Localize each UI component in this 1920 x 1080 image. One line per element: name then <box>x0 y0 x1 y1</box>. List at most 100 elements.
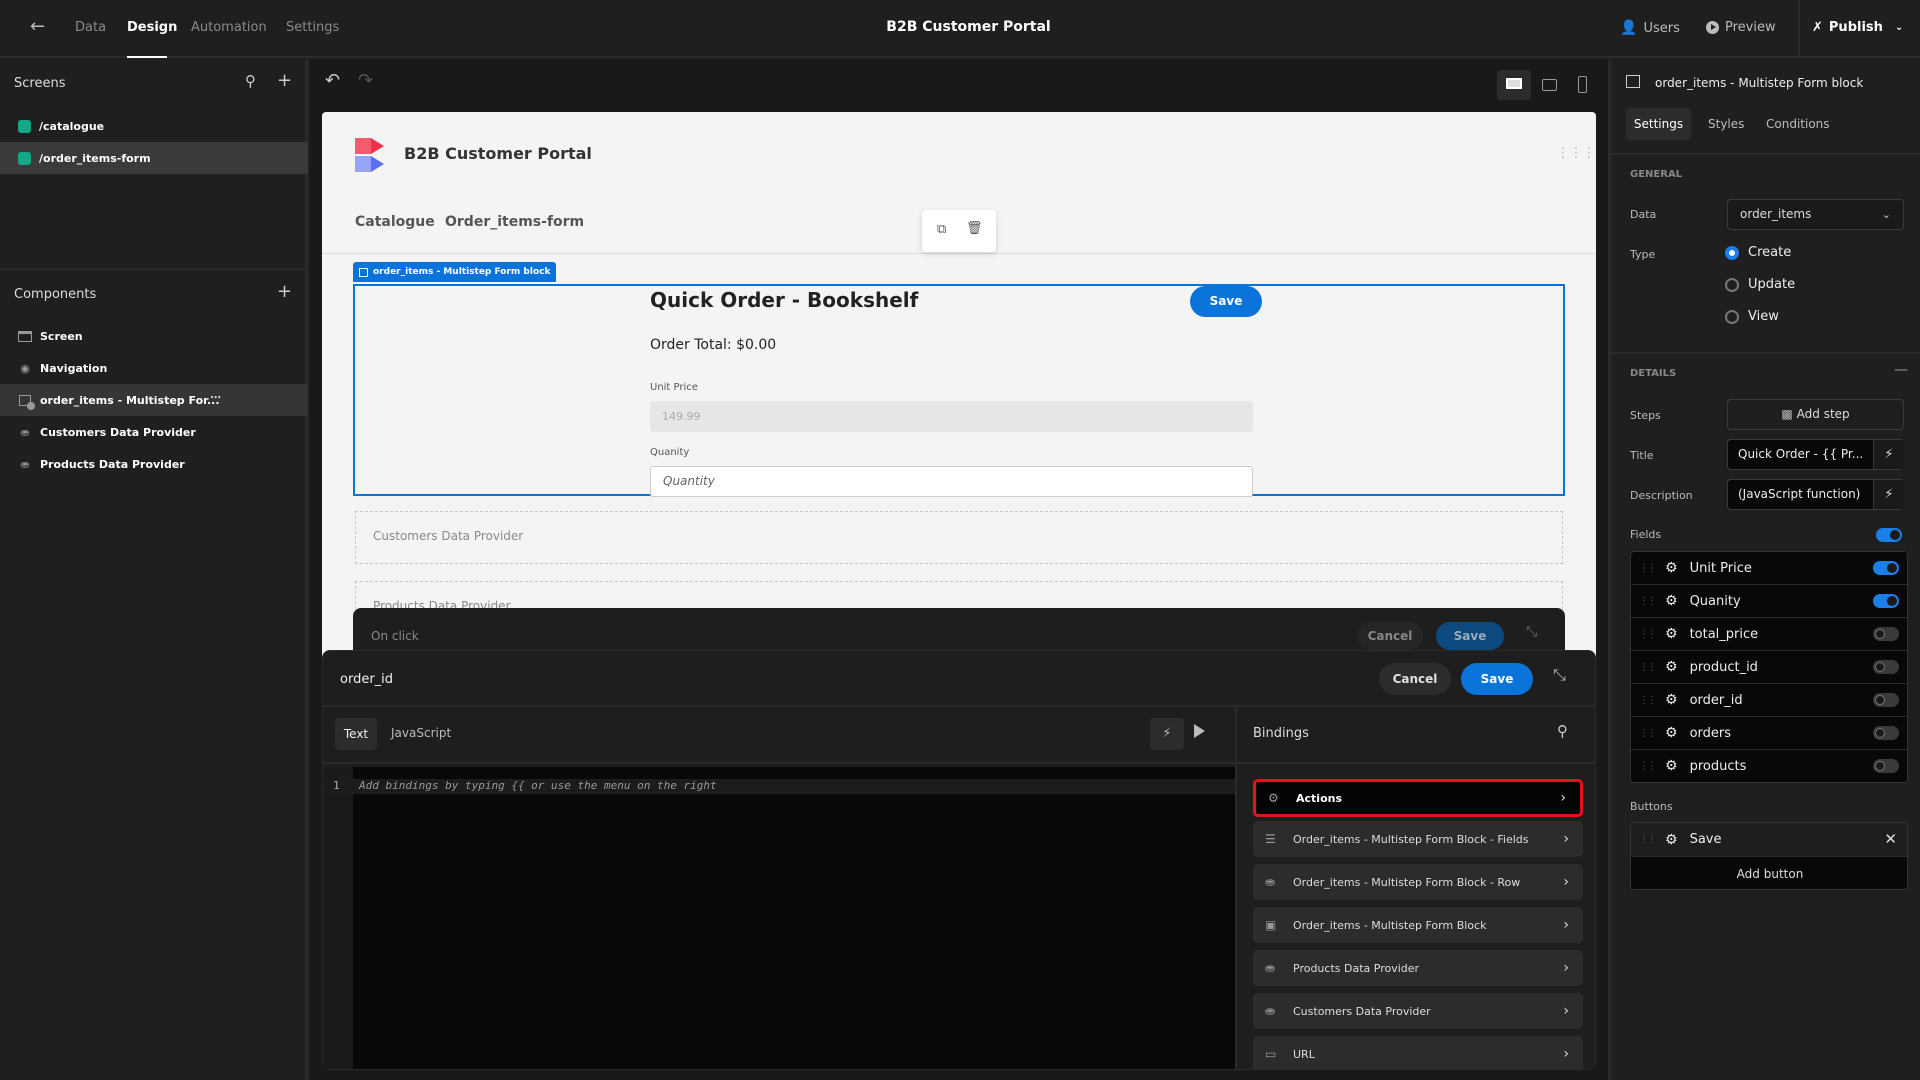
add-component-icon[interactable]: + <box>277 281 292 302</box>
binding-lightning-icon[interactable]: ⚡ <box>1150 718 1184 750</box>
redo-icon[interactable]: ↷ <box>358 70 373 91</box>
field-row-quanity[interactable]: ⋮⋮ ⚙ Quanity <box>1631 585 1907 618</box>
bindings-title: Bindings <box>1253 726 1309 741</box>
binding-item-products-provider[interactable]: ⛂ Products Data Provider › <box>1253 950 1583 986</box>
drag-handle-icon[interactable]: ⋮⋮ <box>1639 563 1657 574</box>
drag-handle-icon[interactable]: ⋮⋮ <box>1639 728 1657 739</box>
trash-icon[interactable]: 🗑 <box>966 221 983 236</box>
code-editor[interactable]: 1 Add bindings by typing {{ or use the m… <box>323 767 1235 1069</box>
tablet-icon[interactable] <box>1542 79 1557 91</box>
add-step-button[interactable]: ▩ Add step <box>1727 399 1904 430</box>
field-row-unit-price[interactable]: ⋮⋮ ⚙ Unit Price <box>1631 552 1907 585</box>
field-toggle[interactable] <box>1873 627 1899 641</box>
field-toggle[interactable] <box>1873 660 1899 674</box>
unit-price-label: Unit Price <box>650 382 698 393</box>
block-tag[interactable]: order_items - Multistep Form block <box>353 262 557 282</box>
data-select[interactable]: order_items ⌄ <box>1727 199 1904 230</box>
gear-icon[interactable]: ⚙ <box>1665 560 1678 576</box>
field-row-total-price[interactable]: ⋮⋮ ⚙ total_price <box>1631 618 1907 651</box>
customers-provider-placeholder[interactable]: Customers Data Provider <box>355 511 1563 564</box>
grid-drag-icon[interactable]: ⋮⋮⋮ <box>1556 145 1596 161</box>
field-toggle[interactable] <box>1873 726 1899 740</box>
component-item-customers-provider[interactable]: ⛂ Customers Data Provider <box>0 416 308 448</box>
drag-handle-icon[interactable]: ⋮⋮ <box>1639 662 1657 673</box>
tab-text[interactable]: Text <box>335 718 377 750</box>
field-toggle[interactable] <box>1873 759 1899 773</box>
binding-item-form-block[interactable]: ▣ Order_items - Multistep Form Block › <box>1253 907 1583 943</box>
search-icon[interactable]: ⚲ <box>1557 722 1568 740</box>
binding-lightning-icon[interactable]: ⚡ <box>1873 480 1904 509</box>
gear-icon[interactable]: ⚙ <box>1665 692 1678 708</box>
binding-item-fields[interactable]: ☰ Order_items - Multistep Form Block - F… <box>1253 821 1583 857</box>
drag-handle-icon[interactable]: ⋮⋮ <box>1639 834 1657 845</box>
more-options-icon[interactable]: ⋯ <box>210 391 221 404</box>
binding-item-url[interactable]: ▭ URL › <box>1253 1036 1583 1069</box>
radio-update[interactable]: Update <box>1725 277 1795 292</box>
radio-view[interactable]: View <box>1725 309 1779 324</box>
binding-save-button[interactable]: Save <box>1461 663 1533 695</box>
drag-handle-icon[interactable]: ⋮⋮ <box>1639 761 1657 772</box>
desktop-view-button[interactable] <box>1497 70 1531 100</box>
publish-button[interactable]: ✗ Publish ⌄ <box>1812 20 1903 35</box>
screen-item-catalogue[interactable]: /catalogue <box>0 110 308 142</box>
component-toolbar: ⧉ 🗑 <box>922 210 996 252</box>
quantity-input[interactable]: Quantity <box>650 466 1253 497</box>
component-item-screen[interactable]: Screen <box>0 320 308 352</box>
title-input[interactable]: Quick Order - {{ Pr... ⚡ <box>1727 439 1904 470</box>
search-icon[interactable]: ⚲ <box>245 72 256 90</box>
gear-icon[interactable]: ⚙ <box>1665 626 1678 642</box>
component-item-form-block[interactable]: order_items - Multistep For... ⋯ <box>0 384 308 416</box>
expand-icon[interactable]: ⤡ <box>1553 665 1566 685</box>
field-toggle[interactable] <box>1873 693 1899 707</box>
button-row-save[interactable]: ⋮⋮ ⚙ Save ✕ <box>1631 823 1907 857</box>
tab-conditions[interactable]: Conditions <box>1766 117 1830 131</box>
collapse-icon[interactable]: — <box>1894 362 1908 378</box>
gear-icon[interactable]: ⚙ <box>1665 593 1678 609</box>
field-row-product-id[interactable]: ⋮⋮ ⚙ product_id <box>1631 651 1907 684</box>
mobile-icon[interactable] <box>1578 76 1587 93</box>
expand-icon[interactable]: ⤡ <box>1526 624 1537 640</box>
binding-cancel-button[interactable]: Cancel <box>1379 663 1451 695</box>
binding-item-actions[interactable]: ⚙ Actions › <box>1253 779 1583 817</box>
tab-javascript[interactable]: JavaScript <box>391 726 451 740</box>
component-item-products-provider[interactable]: ⛂ Products Data Provider <box>0 448 308 480</box>
users-button[interactable]: 👤 Users <box>1620 20 1680 36</box>
onclick-save-button[interactable]: Save <box>1436 622 1504 650</box>
description-input[interactable]: (JavaScript function) ⚡ <box>1727 479 1904 510</box>
field-toggle[interactable] <box>1873 594 1899 608</box>
binding-item-customers-provider[interactable]: ⛂ Customers Data Provider › <box>1253 993 1583 1029</box>
onclick-cancel-button[interactable]: Cancel <box>1357 622 1423 650</box>
form-save-button[interactable]: Save <box>1190 286 1262 317</box>
undo-icon[interactable]: ↶ <box>325 70 340 91</box>
drag-handle-icon[interactable]: ⋮⋮ <box>1639 695 1657 706</box>
binding-panel: order_id Cancel Save ⤡ Text JavaScript ⚡… <box>322 650 1596 1070</box>
duplicate-icon[interactable]: ⧉ <box>937 222 946 237</box>
form-block-selected[interactable]: Quick Order - Bookshelf Save Order Total… <box>353 284 1565 497</box>
nav-link-order-items-form[interactable]: Order_items-form <box>445 214 584 230</box>
gear-icon[interactable]: ⚙ <box>1665 725 1678 741</box>
radio-create[interactable]: Create <box>1725 245 1791 260</box>
radio-label: Create <box>1748 245 1792 260</box>
tab-styles[interactable]: Styles <box>1708 117 1744 131</box>
field-row-order-id[interactable]: ⋮⋮ ⚙ order_id <box>1631 684 1907 717</box>
gear-icon[interactable]: ⚙ <box>1665 832 1678 848</box>
tab-settings[interactable]: Settings <box>1626 108 1691 140</box>
gear-icon[interactable]: ⚙ <box>1665 758 1678 774</box>
binding-item-row[interactable]: ⛂ Order_items - Multistep Form Block - R… <box>1253 864 1583 900</box>
gear-icon[interactable]: ⚙ <box>1665 659 1678 675</box>
field-row-products[interactable]: ⋮⋮ ⚙ products <box>1631 750 1907 782</box>
nav-link-catalogue[interactable]: Catalogue <box>355 214 435 230</box>
close-icon[interactable]: ✕ <box>1884 830 1897 848</box>
drag-handle-icon[interactable]: ⋮⋮ <box>1639 629 1657 640</box>
field-toggle[interactable] <box>1873 561 1899 575</box>
preview-button[interactable]: Preview <box>1706 20 1776 35</box>
field-row-orders[interactable]: ⋮⋮ ⚙ orders <box>1631 717 1907 750</box>
add-button[interactable]: Add button <box>1631 857 1907 889</box>
screen-item-order-items-form[interactable]: /order_items-form <box>0 142 308 174</box>
run-play-icon[interactable] <box>1194 724 1205 738</box>
binding-lightning-icon[interactable]: ⚡ <box>1873 440 1904 469</box>
component-item-navigation[interactable]: ◉ Navigation <box>0 352 308 384</box>
add-screen-icon[interactable]: + <box>277 70 292 91</box>
fields-toggle[interactable] <box>1876 528 1902 542</box>
drag-handle-icon[interactable]: ⋮⋮ <box>1639 596 1657 607</box>
